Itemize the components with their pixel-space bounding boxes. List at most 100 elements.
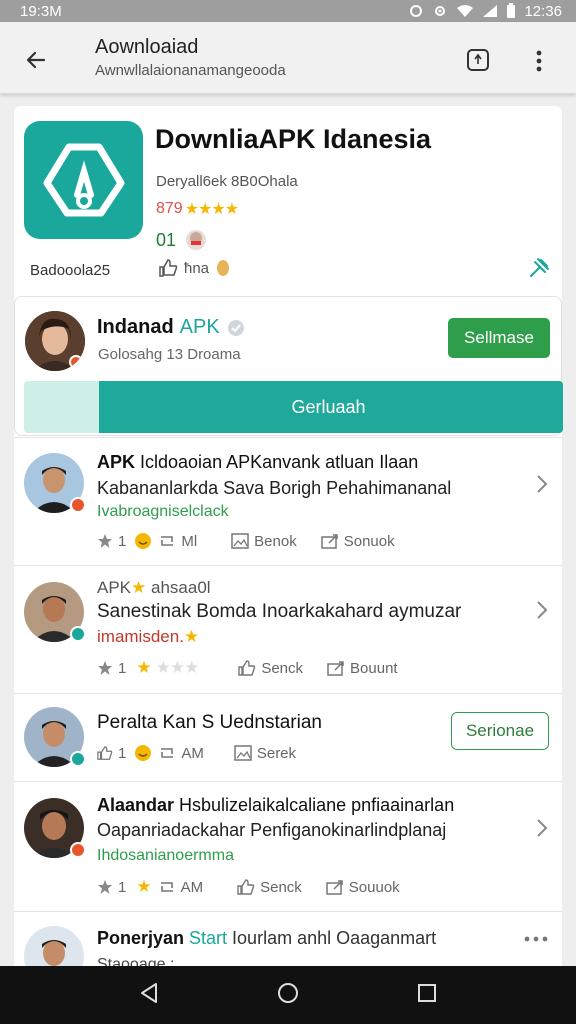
review-title: Ponerjyan Start Iourlam anhl Oaaganmart (97, 928, 436, 949)
app-downloads: Badooola25 (30, 262, 111, 279)
triangle-back-icon (141, 982, 157, 1003)
review-action-1[interactable]: Senck (237, 879, 302, 896)
system-nav-bar (0, 966, 576, 1024)
like-button[interactable]: ħna (158, 259, 231, 277)
review-tag: imamisden.★ (97, 627, 199, 647)
review-item[interactable]: Ponerjyan Start Iourlam anhl Oaaganmart … (14, 911, 562, 966)
share-box-icon (326, 880, 343, 895)
pin-icon (530, 258, 549, 277)
reviewer-avatar[interactable] (24, 926, 84, 966)
star-icon (98, 880, 112, 894)
square-recents-icon (418, 983, 436, 1002)
avatar-badge (69, 355, 83, 369)
overflow-menu-button[interactable] (522, 44, 556, 78)
nav-back-button[interactable] (139, 982, 159, 1009)
reviewer-avatar[interactable] (24, 798, 86, 858)
review-time-label: AM (181, 744, 204, 762)
share-icon (467, 49, 489, 71)
chevron-right-icon[interactable] (532, 472, 552, 496)
nav-home-button[interactable] (277, 982, 299, 1009)
review-action-1-label: Senck (261, 659, 304, 677)
likes-label: ħna (184, 259, 210, 277)
rating-stars: ★★★★ (184, 201, 239, 218)
star-count: 1 (118, 659, 127, 677)
review-actions: 1 Ml Benok Sonuok (97, 532, 395, 550)
app-logo-icon (43, 143, 124, 217)
review-title: Alaandar Hsbulizelaikalcaliane pnfiaaina… (97, 795, 454, 816)
star-count: 1 (118, 744, 127, 762)
review-actions: 1 ★ ★★★ Senck Bouunt (97, 658, 398, 678)
review-follow-button[interactable]: Serionae (451, 712, 549, 750)
rating-star-icon: ★ (136, 877, 152, 896)
review-action-1[interactable]: Serek (234, 745, 296, 762)
review-action-2[interactable]: Souuok (326, 879, 400, 896)
review-star-count[interactable]: 1 (97, 660, 126, 677)
reviewer-avatar[interactable] (24, 582, 86, 642)
chevron-right-icon[interactable] (532, 816, 552, 840)
review-star-count[interactable]: 1 (97, 879, 126, 896)
review-text: Kabananlarkda Sava Borigh Pehahimananal (97, 478, 452, 498)
review-item[interactable]: APK★ ahsaa0l Sanestinak Bomda Inoarkakah… (14, 565, 562, 693)
review-title-bold: Alaandar (97, 795, 175, 815)
app-extra-value: 01 (156, 229, 177, 250)
review-tag: Ihdosanianoermma (97, 847, 234, 864)
review-item[interactable]: Alaandar Hsbulizelaikalcaliane pnfiaaina… (14, 781, 562, 911)
reviewer-badge (70, 842, 86, 858)
mascot-icon (186, 230, 207, 250)
like-outline-icon (97, 746, 113, 760)
verified-icon (227, 319, 244, 336)
review-title-accent: Start (184, 928, 228, 948)
review-title-bold: Ponerjyan (97, 928, 185, 948)
review-action-1[interactable]: Senck (238, 660, 303, 677)
author-avatar[interactable] (25, 311, 85, 371)
status-clock: 12:36 (524, 2, 562, 20)
review-action-2[interactable]: Sonuok (320, 533, 395, 550)
status-bar: 19:3M 12:36 (0, 0, 576, 22)
review-item[interactable]: APK Icldoaoian APKanvank atluan Ilaan Ka… (14, 437, 562, 565)
star-icon (98, 661, 112, 675)
review-action-1-label: Benok (254, 532, 297, 550)
app-icon (24, 121, 143, 239)
pin-button[interactable] (524, 254, 554, 282)
review-time: Ml (158, 533, 197, 550)
reviewer-avatar[interactable] (24, 453, 86, 513)
circle-home-icon (278, 982, 298, 1003)
reviewer-badge (70, 751, 86, 767)
review-title: Peralta Kan S Uednstarian (97, 712, 322, 733)
chevron-right-icon[interactable] (532, 598, 552, 622)
author-name-text: Indanad (97, 316, 174, 338)
review-time: AM (158, 745, 204, 762)
review-action-2-label: Bouunt (350, 659, 398, 677)
review-action-2[interactable]: Bouunt (327, 660, 398, 677)
download-label: Gerluaah (291, 396, 366, 417)
reviewer-avatar[interactable] (24, 707, 86, 767)
review-star-count[interactable]: 1 (97, 745, 126, 762)
share-button[interactable] (462, 44, 494, 76)
nav-recents-button[interactable] (417, 983, 437, 1008)
review-action-1-label: Serek (256, 744, 297, 762)
review-star-count[interactable]: 1 (97, 533, 126, 550)
reviewer-badge (70, 626, 86, 642)
smile-emoji-icon (135, 745, 152, 761)
back-button[interactable] (18, 42, 54, 78)
thumbs-up-icon (159, 259, 178, 277)
app-extra-info: 01 (156, 228, 208, 252)
review-action-1[interactable]: Benok (231, 533, 297, 550)
wifi-icon (457, 5, 474, 17)
more-horiz-icon[interactable] (524, 930, 548, 942)
app-rating: 879 ★★★★ (156, 199, 239, 219)
review-time: AM (158, 879, 203, 896)
repeat-icon (161, 748, 174, 758)
star-count: 1 (118, 878, 127, 896)
rating-stars-icon: ★ ★★★ (136, 658, 199, 677)
arrow-left-icon (26, 51, 46, 69)
download-progress-button[interactable]: Gerluaah (24, 381, 563, 433)
follow-button[interactable]: Sellmase (448, 318, 550, 358)
review-tag-text: imamisden. (97, 627, 184, 646)
person-avatar-icon (24, 926, 84, 966)
repeat-icon (160, 882, 173, 892)
author-name: Indanad APK (97, 316, 246, 339)
status-icons: 12:36 (408, 3, 562, 20)
review-title: APK Icldoaoian APKanvank atluan Ilaan (97, 452, 418, 473)
review-item[interactable]: Peralta Kan S Uednstarian 1 AM Serek Ser… (14, 693, 562, 781)
